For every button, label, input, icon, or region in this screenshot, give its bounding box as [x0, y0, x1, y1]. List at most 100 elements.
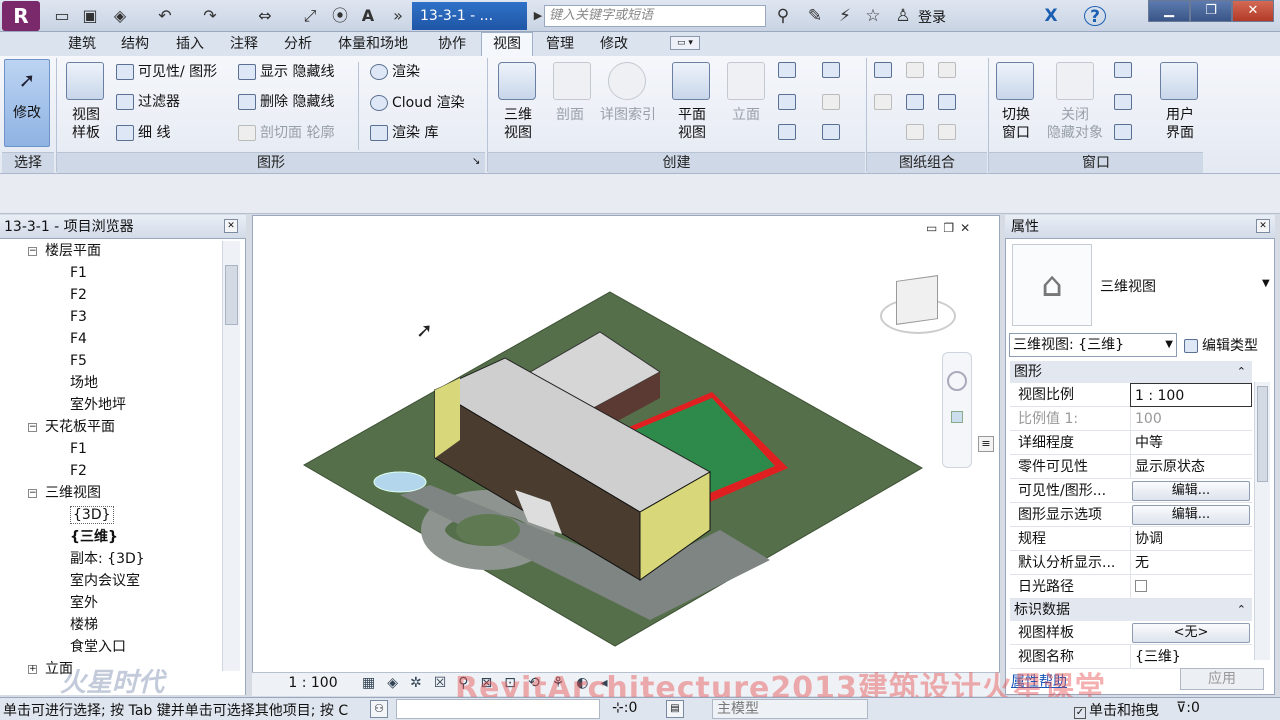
save-icon[interactable]: ▣ [80, 6, 100, 26]
tree-item[interactable]: F2 [0, 460, 220, 482]
property-edit-button[interactable]: 编辑... [1132, 481, 1250, 501]
tab-annotate[interactable]: 注释 [230, 33, 258, 55]
drag-elements-toggle[interactable]: ✓ 单击和拖曳 [1074, 700, 1159, 720]
scroll-thumb[interactable] [225, 265, 238, 325]
edit-type-button[interactable]: 编辑类型 [1184, 335, 1258, 355]
expand-toggle-icon[interactable]: + [28, 664, 37, 674]
tab-view[interactable]: 视图 [481, 32, 533, 57]
elevation-button[interactable]: 立面 [732, 106, 760, 124]
property-value[interactable]: 1 : 100 [1130, 383, 1252, 407]
properties-close-icon[interactable]: ✕ [1256, 219, 1270, 233]
remove-hidden-lines-button[interactable]: 删除 隐藏线 [238, 93, 334, 111]
help-icon[interactable]: ? [1084, 6, 1106, 27]
panel-launcher-icon[interactable]: ↘ [472, 156, 480, 167]
navigation-bar[interactable] [942, 352, 972, 468]
sheet-list-icon[interactable] [822, 124, 844, 140]
measure-icon[interactable]: ⇔ [255, 6, 275, 26]
ribbon-minimize-icon[interactable]: ▭ ▾ [670, 36, 700, 50]
user-icon[interactable]: ♙ [892, 6, 914, 26]
switch-windows-button[interactable]: 切换 窗口 [1000, 106, 1032, 142]
cloud-render-button[interactable]: Cloud 渲染 [370, 94, 464, 112]
star-icon[interactable]: ☆ [862, 6, 884, 26]
binoculars-icon[interactable]: ⚲ [772, 6, 794, 26]
login-link[interactable]: 登录 [918, 7, 946, 27]
tree-item[interactable]: 室内会议室 [0, 570, 220, 592]
tree-item[interactable]: 食堂入口 [0, 636, 220, 658]
property-group-header[interactable]: 图形 ⌃ [1010, 361, 1252, 383]
satellite-icon[interactable]: ⚡ [834, 6, 856, 26]
tree-item[interactable]: F3 [0, 306, 220, 328]
design-option-dropdown[interactable]: 主模型 [712, 699, 868, 719]
tree-group[interactable]: − 天花板平面 [0, 416, 220, 438]
property-edit-button[interactable]: 编辑... [1132, 505, 1250, 525]
render-button[interactable]: 渲染 [370, 63, 420, 81]
replicate-icon[interactable] [1114, 62, 1136, 78]
tree-item[interactable]: 室外 [0, 592, 220, 614]
browser-scrollbar[interactable] [222, 241, 240, 671]
canvas-window-controls[interactable]: ▭❐✕ [926, 221, 976, 235]
collapse-icon[interactable]: ⌃ [1237, 361, 1246, 383]
expand-toggle-icon[interactable]: − [28, 488, 37, 498]
properties-scroll-thumb[interactable] [1257, 386, 1268, 482]
property-value[interactable]: {三维} [1130, 645, 1252, 669]
tile-icon[interactable] [1114, 124, 1136, 140]
schedule-icon[interactable] [822, 62, 844, 78]
tab-architecture[interactable]: 建筑 [68, 33, 96, 55]
property-checkbox[interactable] [1130, 575, 1252, 599]
show-hidden-lines-button[interactable]: 显示 隐藏线 [238, 63, 334, 81]
property-value[interactable]: 中等 [1130, 431, 1252, 455]
callout-button[interactable]: 详图索引 [600, 106, 656, 124]
apply-button[interactable]: 应用 [1180, 668, 1264, 690]
property-group-header[interactable]: 标识数据 ⌃ [1010, 599, 1252, 621]
nav-menu-icon[interactable]: ≡ [978, 436, 994, 452]
tree-item[interactable]: F2 [0, 284, 220, 306]
expand-toggle-icon[interactable]: − [28, 422, 37, 432]
undo-icon[interactable]: ↶ [155, 6, 175, 26]
view-scale[interactable]: 1 : 100 [268, 675, 358, 691]
tree-item[interactable]: 副本: {3D} [0, 548, 220, 570]
more-icon[interactable]: » [388, 6, 408, 26]
3d-view-button[interactable]: 三维 视图 [500, 106, 536, 142]
close-button[interactable]: ✕ [1232, 0, 1274, 22]
filters-button[interactable]: 过滤器 [116, 93, 180, 111]
place-view-icon[interactable] [874, 94, 896, 110]
tab-manage[interactable]: 管理 [546, 33, 574, 55]
browser-close-icon[interactable]: ✕ [224, 219, 238, 233]
view-reference-icon[interactable] [906, 124, 928, 140]
view-template-button[interactable]: 视图 样板 [66, 106, 106, 142]
document-tab[interactable]: 13-3-1 - ... [412, 2, 527, 30]
tag-icon[interactable]: ⦿ [330, 6, 350, 26]
title-block-icon[interactable] [906, 62, 928, 78]
tab-insert[interactable]: 插入 [176, 33, 204, 55]
dimension-icon[interactable]: ⤢ [300, 6, 320, 26]
tree-item[interactable]: 场地 [0, 372, 220, 394]
property-value[interactable]: 100 [1130, 407, 1252, 431]
tab-collaborate[interactable]: 协作 [438, 33, 466, 55]
user-interface-button[interactable]: 用户 界面 [1164, 106, 1196, 142]
modify-button[interactable]: ➚ 修改 [4, 59, 50, 147]
tree-item[interactable]: {三维} [0, 526, 220, 548]
plan-view-button[interactable]: 平面 视图 [676, 106, 708, 142]
checkbox-icon[interactable] [1135, 580, 1147, 592]
exchange-icon[interactable]: X [1040, 6, 1062, 26]
redo-icon[interactable]: ↷ [200, 6, 220, 26]
legend-icon[interactable] [778, 124, 800, 140]
tree-item[interactable]: 楼梯 [0, 614, 220, 636]
scope-box-icon[interactable] [822, 94, 844, 110]
tree-item[interactable]: F5 [0, 350, 220, 372]
render-gallery-button[interactable]: 渲染 库 [370, 124, 438, 142]
property-value[interactable]: 无 [1130, 551, 1252, 575]
tree-group[interactable]: − 楼层平面 [0, 240, 220, 262]
sync-icon[interactable]: ◈ [110, 6, 130, 26]
property-value[interactable]: 协调 [1130, 527, 1252, 551]
collapse-icon[interactable]: ⌃ [1237, 599, 1246, 621]
drafting-icon[interactable] [778, 62, 800, 78]
revisions-icon[interactable] [938, 62, 960, 78]
viewports-icon[interactable] [938, 124, 960, 140]
3d-model-view[interactable] [300, 290, 925, 650]
tree-item[interactable]: 室外地坪 [0, 394, 220, 416]
zoom-icon[interactable] [951, 411, 963, 423]
close-hidden-button[interactable]: 关闭 隐藏对象 [1042, 106, 1108, 142]
key-icon[interactable]: ✎ [804, 6, 826, 26]
property-value[interactable]: 显示原状态 [1130, 455, 1252, 479]
